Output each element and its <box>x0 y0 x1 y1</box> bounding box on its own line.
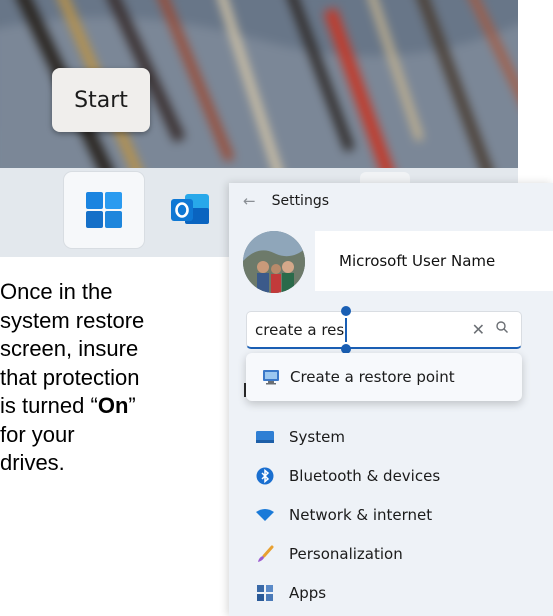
settings-title: Settings <box>271 193 329 209</box>
nav-label-bluetooth: Bluetooth & devices <box>289 466 441 485</box>
restore-point-icon <box>262 369 280 385</box>
settings-titlebar: ← Settings <box>229 183 553 219</box>
nav-item-apps[interactable]: Apps <box>229 573 553 612</box>
settings-window: ← Settings Microsoft User Name create a … <box>229 183 553 616</box>
back-arrow-icon[interactable]: ← <box>243 192 256 210</box>
nav-label-system: System <box>289 427 345 446</box>
bluetooth-icon <box>255 466 275 486</box>
suggestion-label: Create a restore point <box>290 368 455 386</box>
outlook-taskbar-button[interactable] <box>150 172 230 248</box>
wifi-icon <box>255 505 275 525</box>
user-profile[interactable]: Microsoft User Name <box>243 231 553 293</box>
nav-item-personalization[interactable]: Personalization <box>229 534 553 573</box>
windows-logo-icon <box>86 192 122 228</box>
nav-label-apps: Apps <box>289 583 327 602</box>
apps-icon <box>255 583 275 603</box>
nav-item-system[interactable]: System <box>229 417 553 456</box>
system-icon <box>255 427 275 447</box>
start-tooltip-label: Start <box>74 87 128 113</box>
search-suggestion-create-restore-point[interactable]: Create a restore point <box>246 353 522 401</box>
settings-nav: System Bluetooth & devices Network & int… <box>229 417 553 612</box>
instruction-text-bold: On <box>97 393 129 418</box>
settings-search-input[interactable]: create a res ✕ <box>246 305 522 354</box>
brush-icon <box>255 544 275 564</box>
nav-item-network[interactable]: Network & internet <box>229 495 553 534</box>
user-name: Microsoft User Name <box>339 252 496 270</box>
text-caret <box>341 305 352 354</box>
nav-label-personalization: Personalization <box>289 544 403 563</box>
start-button[interactable] <box>64 172 144 248</box>
user-name-card: Microsoft User Name <box>315 231 553 291</box>
start-tooltip: Start <box>52 68 150 132</box>
search-icon[interactable] <box>495 320 509 334</box>
instruction-text: Once in the system restore screen, insur… <box>0 278 230 478</box>
nav-item-bluetooth[interactable]: Bluetooth & devices <box>229 456 553 495</box>
outlook-icon <box>171 194 209 224</box>
user-avatar <box>243 231 305 293</box>
avatar-photo-icon <box>243 231 305 293</box>
nav-label-network: Network & internet <box>289 505 433 524</box>
clear-search-icon[interactable]: ✕ <box>472 320 485 339</box>
search-input-value: create a res <box>255 320 345 339</box>
